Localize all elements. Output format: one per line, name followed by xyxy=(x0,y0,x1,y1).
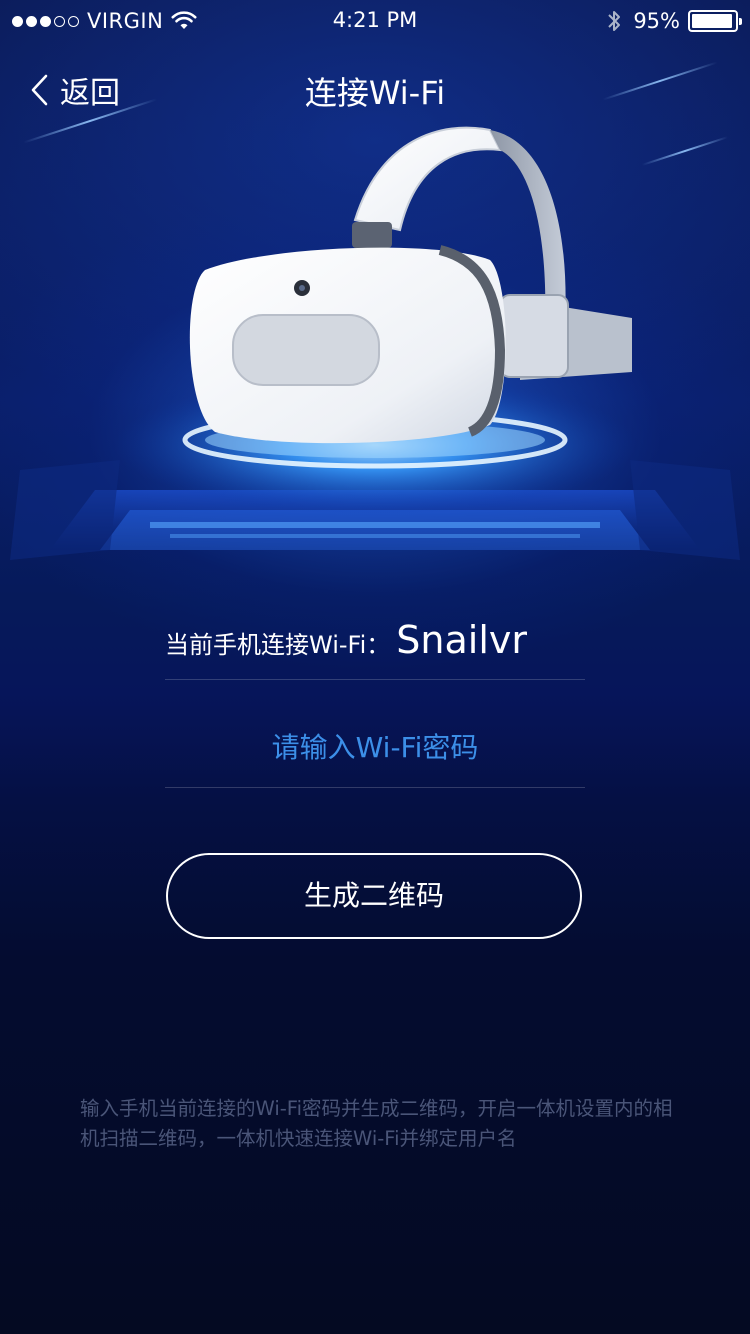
page-title: 连接Wi-Fi xyxy=(304,74,446,112)
bluetooth-icon xyxy=(608,11,621,31)
status-right: 95% xyxy=(607,8,742,34)
battery-icon xyxy=(688,10,742,32)
battery-level-fill xyxy=(692,14,732,28)
generate-qr-code-button[interactable]: 生成二维码 xyxy=(166,853,582,939)
password-field-container xyxy=(165,710,585,788)
vr-headset-illustration xyxy=(10,126,740,560)
wifi-connect-screen: VIRGIN 4:21 PM 95% 返回 连接Wi-Fi 当前手机连接Wi-F… xyxy=(0,0,750,1334)
status-bar: VIRGIN 4:21 PM 95% xyxy=(0,0,750,40)
current-wifi-row: 当前手机连接Wi-Fi： Snailvr xyxy=(165,618,585,680)
instruction-hint: 输入手机当前连接的Wi-Fi密码并生成二维码，开启一体机设置内的相机扫描二维码，… xyxy=(80,1097,673,1150)
current-wifi-name: Snailvr xyxy=(396,618,527,662)
wifi-password-input[interactable] xyxy=(165,710,585,784)
battery-percentage: 95% xyxy=(633,9,680,33)
current-wifi-label: 当前手机连接Wi-Fi： xyxy=(165,631,391,659)
